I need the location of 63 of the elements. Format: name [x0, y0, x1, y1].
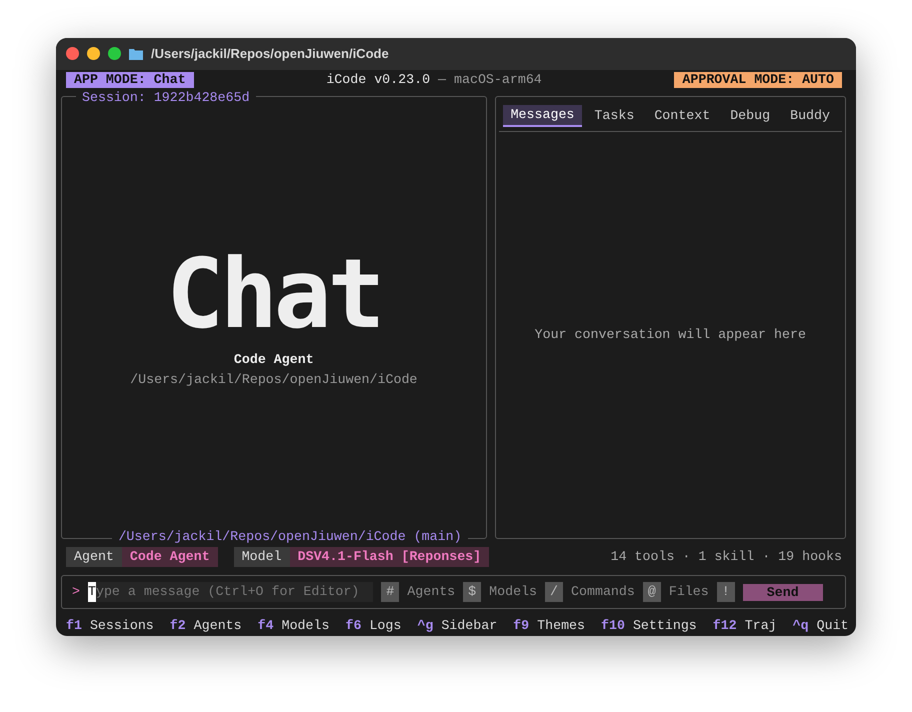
footer-shortcut[interactable]: f12 Traj [712, 616, 777, 636]
panel-tab[interactable]: Buddy [782, 104, 838, 127]
message-input[interactable]: > Type a message (Ctrl+O for Editor) # Agents $ Models / Commands @ Files ! Send [61, 575, 846, 610]
shortcut-key: f1 [66, 618, 82, 634]
shortcut-label: Agents [407, 583, 456, 602]
shortcut-key: f10 [601, 618, 625, 634]
minimize-button[interactable] [87, 47, 100, 60]
shortcut-key[interactable]: $ [463, 582, 482, 602]
footer-shortcut[interactable]: f2 Agents [170, 616, 242, 636]
window-title: /Users/jackil/Repos/openJiuwen/iCode [151, 45, 389, 64]
shortcut-label: Models [282, 618, 330, 634]
shortcut-key[interactable]: @ [642, 582, 661, 602]
footer-shortcut[interactable]: f1 Sessions [66, 616, 154, 636]
text-cursor: T [88, 582, 96, 602]
prompt-symbol: > [72, 583, 80, 602]
panel-tab[interactable]: Messages [502, 104, 582, 127]
shortcut-key: ^q [792, 618, 809, 634]
close-button[interactable] [66, 47, 79, 60]
shortcut-label: Settings [632, 618, 697, 634]
footer-shortcut[interactable]: f4 Models [258, 616, 330, 636]
shortcut-key[interactable]: # [381, 582, 400, 602]
app-mode-label: APP MODE: Chat [66, 72, 194, 88]
shortcut-label: Commands [571, 583, 635, 602]
shortcut-key[interactable]: ! [716, 582, 735, 602]
footer-shortcut[interactable]: ^g Sidebar [417, 616, 498, 636]
panel-tab[interactable]: Debug [722, 104, 778, 127]
shortcut-key[interactable]: / [545, 582, 564, 602]
shortcut-label: Agents [194, 618, 242, 634]
chip-value: DSV4.1-Flash [Reponses] [290, 547, 490, 568]
shortcut-label: Traj [744, 618, 777, 634]
shortcut-label: Logs [369, 618, 402, 634]
footer-shortcut[interactable]: ^q Quit [792, 616, 849, 636]
shortcut-label: Themes [537, 618, 586, 634]
capabilities-summary: 14 tools · 1 skill · 19 hooks [610, 548, 842, 566]
input-placeholder: ype a message (Ctrl+O for Editor) [96, 583, 360, 602]
chip-label: Model [234, 547, 290, 568]
chip-value: Code Agent [122, 547, 218, 568]
shortcut-key: f2 [170, 618, 186, 634]
approval-mode-label: APPROVAL MODE: AUTO [674, 72, 842, 88]
platform-text: — macOS-arm64 [438, 72, 542, 87]
chip-label: Agent [66, 547, 122, 568]
footer-shortcut[interactable]: f10 Settings [601, 616, 697, 636]
project-path: /Users/jackil/Repos/openJiuwen/iCode [130, 370, 418, 389]
shortcut-label: Quit [816, 618, 849, 634]
folder-icon [129, 48, 143, 60]
shortcut-key: f6 [345, 618, 362, 634]
shortcut-key: f9 [513, 618, 530, 634]
shortcut-key: ^g [417, 618, 434, 634]
shortcut-key: f12 [712, 618, 737, 634]
footer-shortcut[interactable]: f9 Themes [513, 616, 586, 636]
panel-tab[interactable]: Tasks [586, 104, 642, 127]
maximize-button[interactable] [108, 47, 121, 60]
shortcut-label: Sessions [90, 618, 154, 634]
panel-tab[interactable]: Context [646, 104, 718, 127]
empty-state-text: Your conversation will appear here [534, 326, 806, 344]
shortcut-label: Models [489, 583, 538, 602]
shortcut-label: Sidebar [441, 618, 498, 634]
footer-shortcut[interactable]: f6 Logs [345, 616, 402, 636]
version-text: iCode v0.23.0 [326, 72, 430, 87]
mode-title: Chat [166, 246, 382, 342]
shortcut-label: Files [668, 583, 709, 602]
agent-name: Code Agent [234, 350, 314, 369]
shortcut-key: f4 [258, 618, 274, 634]
